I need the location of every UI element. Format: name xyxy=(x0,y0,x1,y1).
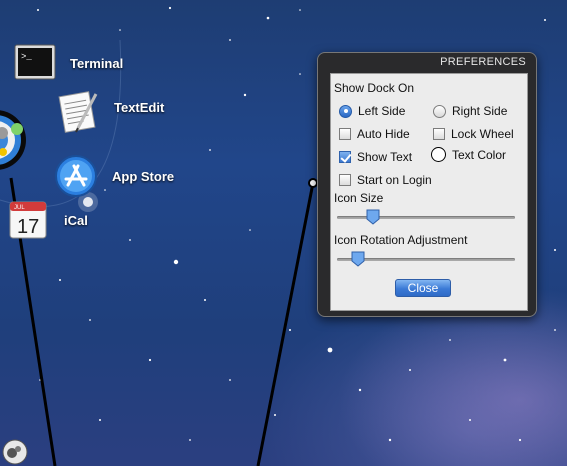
close-button[interactable]: Close xyxy=(395,279,451,297)
dock-label-terminal: Terminal xyxy=(70,55,124,71)
icon-size-label: Icon Size xyxy=(334,191,384,205)
icon-size-track xyxy=(337,216,515,219)
right-side-radio[interactable] xyxy=(433,104,446,118)
lock-wheel-checkbox[interactable] xyxy=(433,128,445,140)
show-text-checkbox[interactable] xyxy=(339,151,351,163)
start-on-login-option[interactable]: Start on Login xyxy=(339,173,432,187)
dock-item-ical[interactable]: JUL 17 iCal xyxy=(8,200,88,240)
dock-label-ical: iCal xyxy=(64,212,88,228)
show-text-option[interactable]: Show Text xyxy=(339,150,412,164)
right-side-option[interactable]: Right Side xyxy=(433,104,507,118)
right-side-label: Right Side xyxy=(452,104,508,118)
svg-text:>_: >_ xyxy=(21,52,32,62)
lock-wheel-label: Lock Wheel xyxy=(451,127,514,141)
icon-size-slider[interactable] xyxy=(337,209,515,225)
text-color-well[interactable] xyxy=(431,147,446,162)
dock-label-app-store: App Store xyxy=(112,168,175,184)
dock-item-textedit[interactable]: TextEdit xyxy=(56,88,164,134)
terminal-icon: >_ xyxy=(14,44,56,80)
preferences-body: Show Dock On Left Side Right Side Auto H… xyxy=(330,73,528,311)
show-text-label: Show Text xyxy=(357,150,413,164)
ical-month: JUL xyxy=(14,205,25,211)
text-color-option[interactable]: Text Color xyxy=(431,147,506,162)
left-side-radio[interactable] xyxy=(339,104,352,118)
app-store-icon xyxy=(55,155,97,197)
icon-rotation-slider-knob[interactable] xyxy=(351,251,365,267)
lock-wheel-option[interactable]: Lock Wheel xyxy=(433,127,514,141)
preferences-title: PREFERENCES xyxy=(440,56,526,68)
dock-wheel-pivot xyxy=(308,178,318,188)
icon-rotation-slider[interactable] xyxy=(337,251,515,267)
auto-hide-option[interactable]: Auto Hide xyxy=(339,127,410,141)
start-on-login-label: Start on Login xyxy=(357,173,432,187)
preferences-panel: PREFERENCES Show Dock On Left Side Right… xyxy=(317,52,537,317)
textedit-icon xyxy=(58,91,98,133)
dock-wheel-spoke-right xyxy=(256,182,315,466)
ical-day: 17 xyxy=(17,216,39,238)
icon-size-slider-knob[interactable] xyxy=(366,209,380,225)
auto-hide-label: Auto Hide xyxy=(357,127,410,141)
text-color-label: Text Color xyxy=(452,147,507,162)
bottom-dock-app-icon[interactable] xyxy=(2,438,28,466)
dock-label-textedit: TextEdit xyxy=(114,99,165,115)
ical-icon: JUL 17 xyxy=(9,201,47,239)
left-side-option[interactable]: Left Side xyxy=(339,104,405,118)
dock-item-terminal[interactable]: >_ Terminal xyxy=(14,44,123,82)
auto-hide-checkbox[interactable] xyxy=(339,128,351,140)
dock-wheel-hub xyxy=(0,110,26,170)
show-dock-on-label: Show Dock On xyxy=(334,81,415,95)
dock-item-app-store[interactable]: App Store xyxy=(54,154,174,198)
icon-rotation-label: Icon Rotation Adjustment xyxy=(334,233,468,247)
start-on-login-checkbox[interactable] xyxy=(339,174,351,186)
left-side-label: Left Side xyxy=(358,104,406,118)
